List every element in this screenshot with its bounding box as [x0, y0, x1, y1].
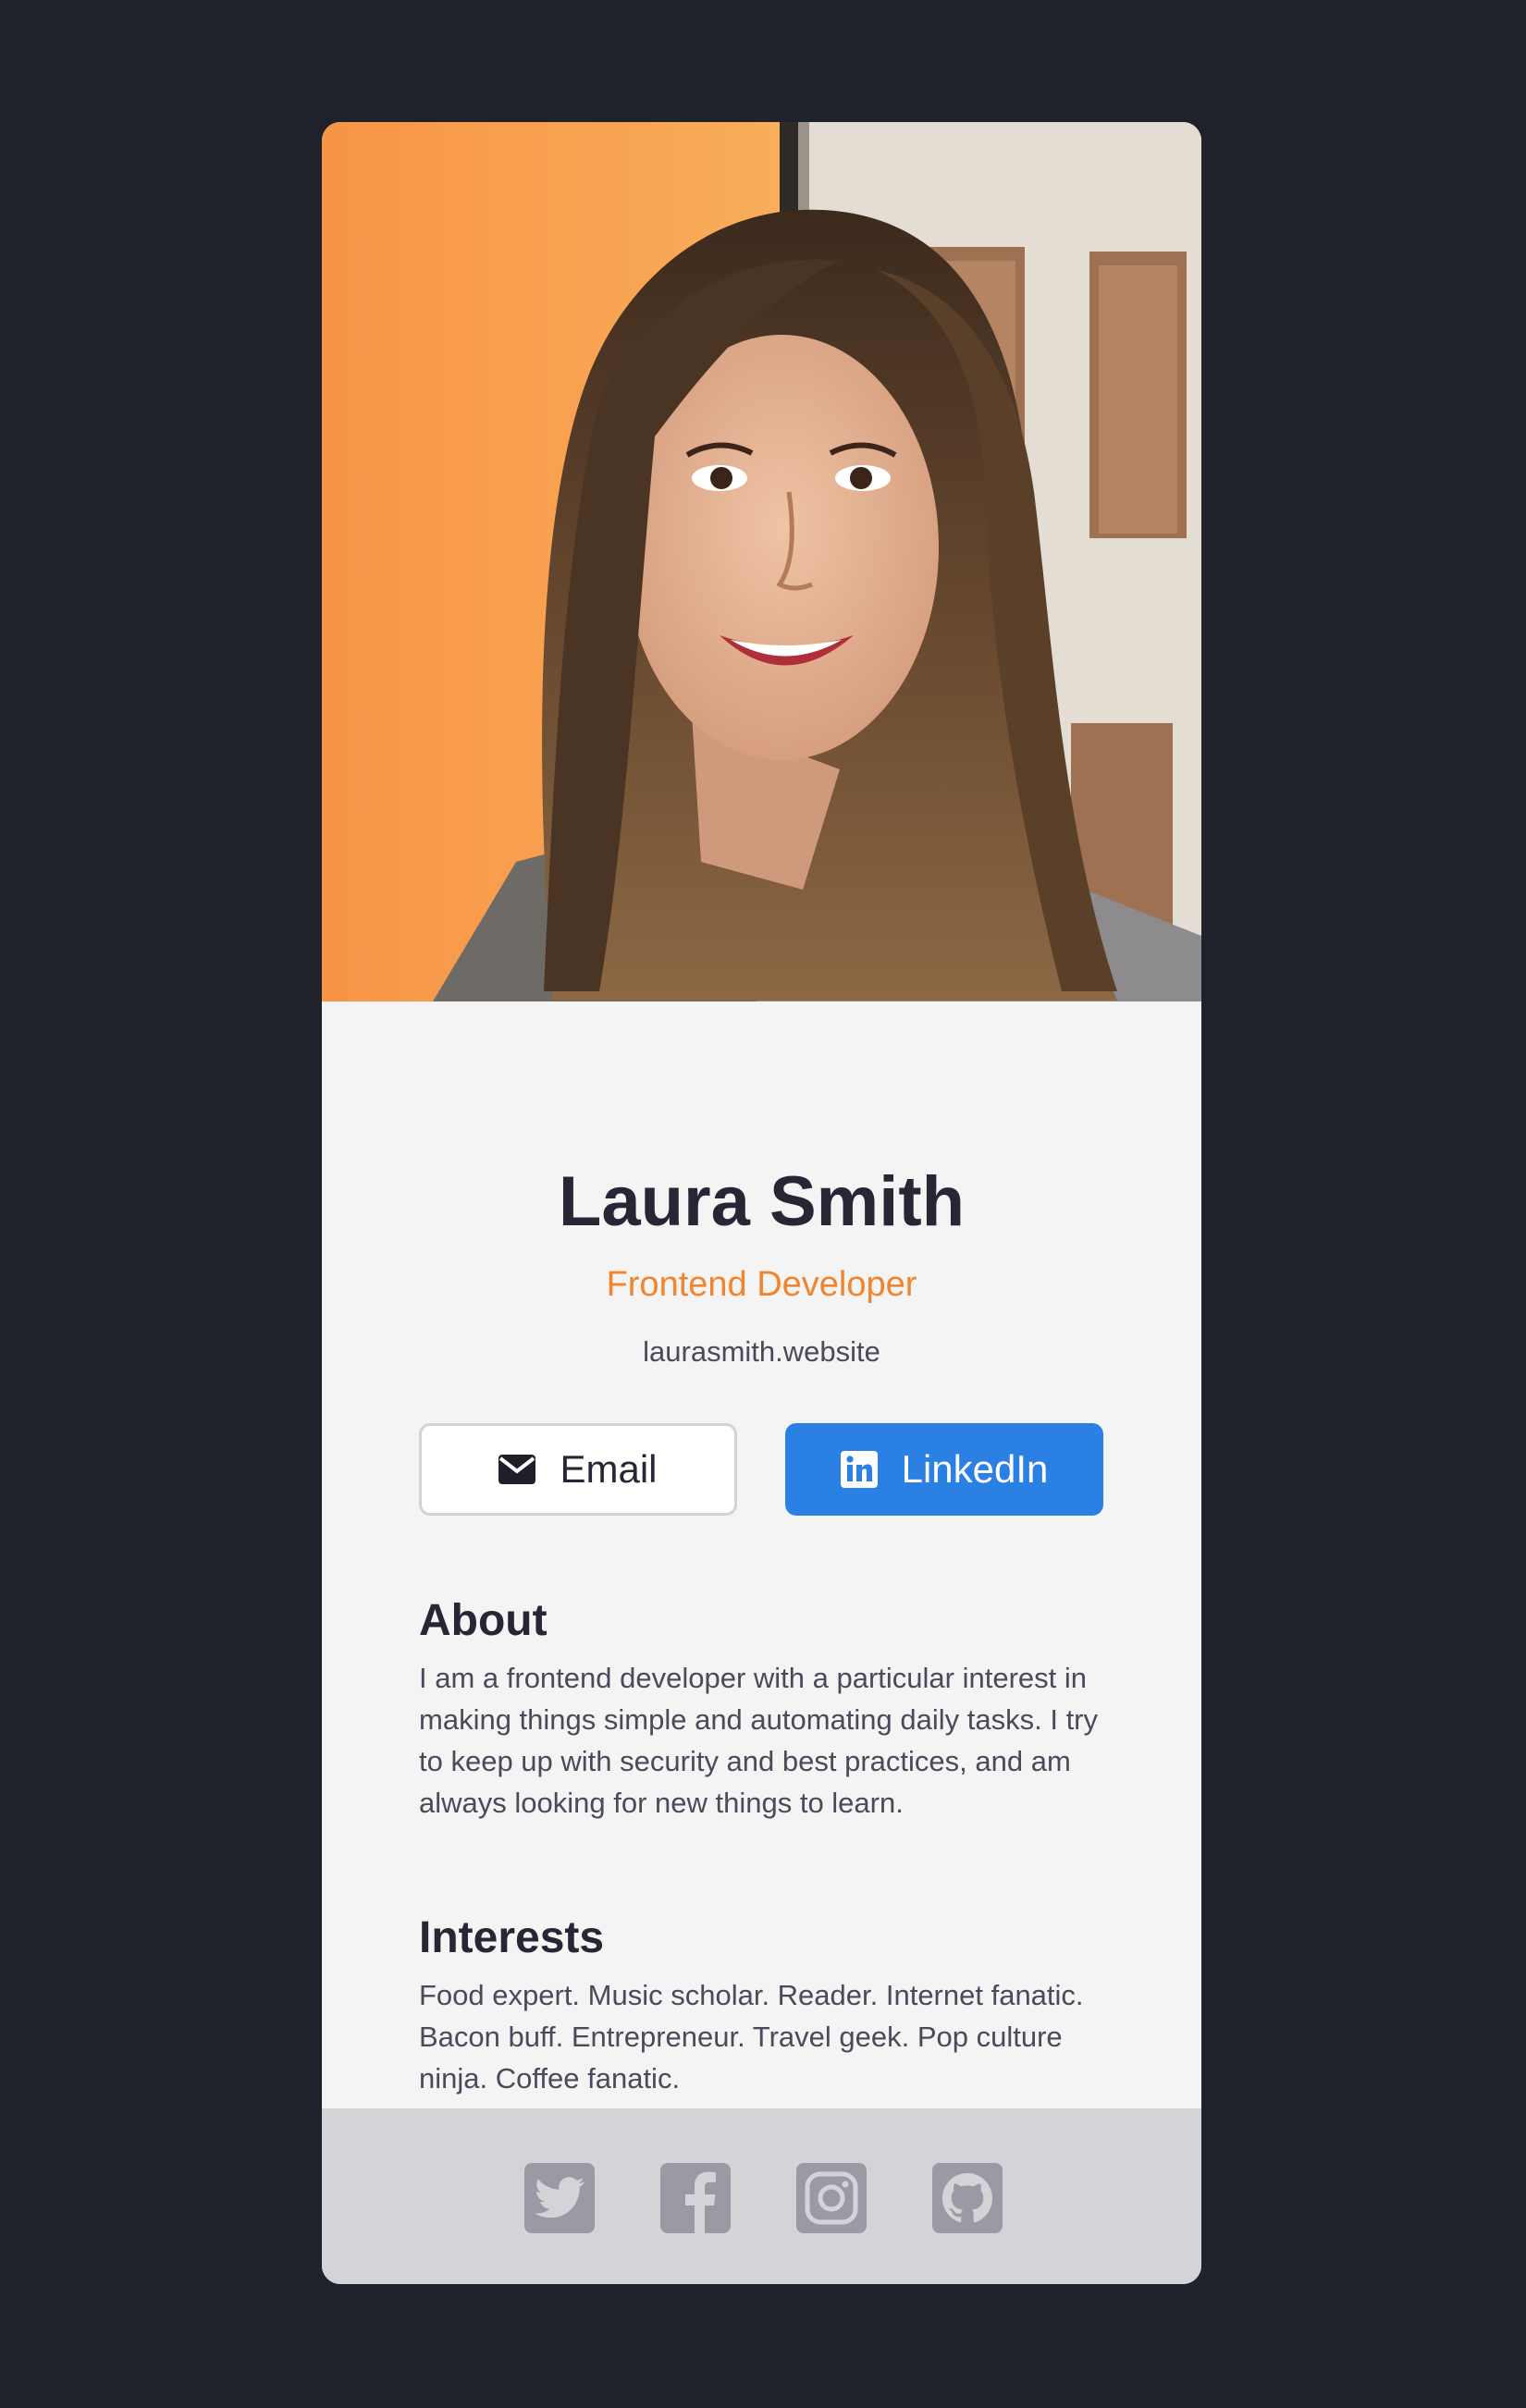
interests-heading: Interests: [419, 1913, 605, 1962]
profile-title: Frontend Developer: [606, 1265, 917, 1304]
profile-photo: [322, 122, 1201, 1001]
profile-website-link[interactable]: laurasmith.website: [322, 1337, 1201, 1366]
github-icon[interactable]: [932, 2163, 1003, 2233]
about-heading: About: [419, 1596, 548, 1645]
profile-name: Laura Smith: [558, 1162, 966, 1241]
linkedin-button[interactable]: LinkedIn: [785, 1423, 1103, 1516]
profile-card: Laura Smith Frontend Developer laurasmit…: [322, 122, 1201, 2284]
email-button[interactable]: Email: [419, 1423, 737, 1516]
instagram-icon[interactable]: [796, 2163, 867, 2233]
interests-text: Food expert. Music scholar. Reader. Inte…: [419, 1979, 1084, 2095]
email-button-label: Email: [560, 1447, 658, 1491]
social-footer: [322, 2108, 1201, 2284]
facebook-icon[interactable]: [660, 2163, 731, 2233]
envelope-icon: [498, 1455, 536, 1484]
linkedin-button-label: LinkedIn: [901, 1447, 1049, 1491]
linkedin-icon: [840, 1451, 878, 1488]
twitter-icon[interactable]: [524, 2163, 595, 2233]
about-text: I am a frontend developer with a particu…: [419, 1662, 1099, 1819]
